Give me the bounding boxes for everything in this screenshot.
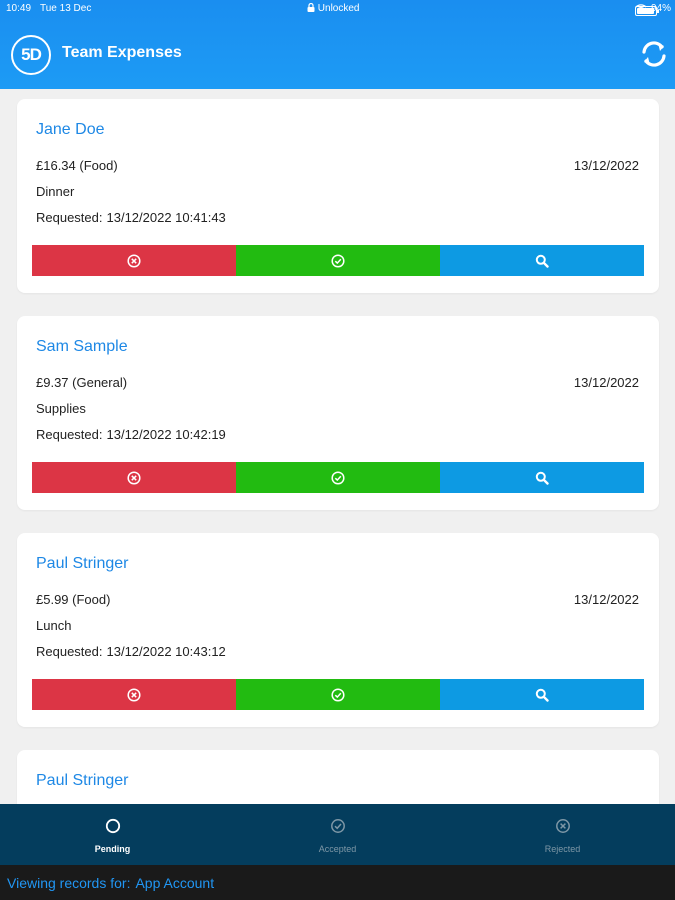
search-icon — [535, 471, 549, 485]
status-time: 10:49 — [6, 3, 32, 14]
status-bar: 10:49 Tue 13 Dec Unlocked 94% — [0, 0, 675, 18]
check-circle-icon — [330, 819, 345, 833]
view-details-button[interactable] — [440, 245, 644, 276]
expense-card: Sam Sample £9.37 (General) 13/12/2022 Su… — [17, 316, 659, 510]
requested-value: 13/12/2022 10:43:12 — [106, 644, 226, 659]
expense-card: Paul Stringer — [17, 750, 659, 804]
expense-card: Jane Doe £16.34 (Food) 13/12/2022 Dinner… — [17, 99, 659, 293]
expense-date: 13/12/2022 — [573, 375, 639, 390]
action-bar — [32, 245, 644, 276]
reject-circle-icon — [127, 470, 141, 485]
lock-status-label: Unlocked — [317, 3, 360, 14]
requested-label: Requested: — [36, 644, 103, 659]
reject-button[interactable] — [32, 679, 236, 710]
tab-label: Pending — [94, 844, 131, 854]
expense-amount: £16.34 (Food) — [36, 158, 118, 173]
search-icon — [535, 688, 549, 702]
app-header: 10:49 Tue 13 Dec Unlocked 94% 5D Team Ex… — [0, 0, 675, 89]
page-title: Team Expenses — [62, 44, 182, 61]
requested-timestamp: Requested: 13/12/2022 10:41:43 — [36, 210, 226, 225]
view-details-button[interactable] — [440, 679, 644, 710]
requested-label: Requested: — [36, 210, 103, 225]
action-bar — [32, 679, 644, 710]
account-name[interactable]: App Account — [135, 875, 214, 891]
accept-button[interactable] — [236, 462, 440, 493]
tab-pending[interactable]: Pending — [0, 804, 225, 865]
check-circle-icon — [331, 687, 345, 702]
app-logo: 5D — [11, 35, 51, 75]
status-date: Tue 13 Dec — [40, 3, 92, 14]
lock-icon — [307, 2, 315, 12]
status-right: 94% — [634, 3, 671, 16]
tab-label: Accepted — [318, 844, 357, 854]
refresh-icon — [642, 41, 666, 67]
accept-button[interactable] — [236, 245, 440, 276]
lock-status: Unlocked — [307, 2, 360, 14]
bottom-tab-bar: Pending Accepted Rejected — [0, 804, 675, 865]
expense-list[interactable]: Jane Doe £16.34 (Food) 13/12/2022 Dinner… — [0, 89, 675, 804]
x-circle-icon — [555, 819, 570, 833]
requested-value: 13/12/2022 10:41:43 — [106, 210, 226, 225]
employee-name[interactable]: Paul Stringer — [36, 772, 129, 790]
expense-date: 13/12/2022 — [573, 592, 639, 607]
check-circle-icon — [331, 470, 345, 485]
check-circle-icon — [331, 253, 345, 268]
reject-circle-icon — [127, 687, 141, 702]
accept-button[interactable] — [236, 679, 440, 710]
employee-name[interactable]: Jane Doe — [36, 121, 105, 139]
tab-accepted[interactable]: Accepted — [225, 804, 450, 865]
requested-timestamp: Requested: 13/12/2022 10:42:19 — [36, 427, 226, 442]
expense-amount: £5.99 (Food) — [36, 592, 111, 607]
view-details-button[interactable] — [440, 462, 644, 493]
viewing-records-label: Viewing records for: — [7, 874, 131, 891]
employee-name[interactable]: Paul Stringer — [36, 555, 129, 573]
expense-amount: £9.37 (General) — [36, 375, 128, 390]
employee-name[interactable]: Sam Sample — [36, 338, 128, 356]
requested-label: Requested: — [36, 427, 103, 442]
refresh-button[interactable] — [638, 38, 670, 70]
expense-date: 13/12/2022 — [573, 158, 639, 173]
search-icon — [535, 254, 549, 268]
tab-rejected[interactable]: Rejected — [450, 804, 675, 865]
requested-timestamp: Requested: 13/12/2022 10:43:12 — [36, 644, 226, 659]
expense-description: Lunch — [36, 618, 72, 633]
battery-icon — [634, 6, 659, 16]
expense-description: Dinner — [36, 184, 75, 199]
expense-card: Paul Stringer £5.99 (Food) 13/12/2022 Lu… — [17, 533, 659, 727]
reject-circle-icon — [127, 253, 141, 268]
reject-button[interactable] — [32, 245, 236, 276]
account-footer: Viewing records for: App Account — [0, 865, 675, 900]
reject-button[interactable] — [32, 462, 236, 493]
tab-label: Rejected — [544, 844, 581, 854]
circle-icon — [105, 818, 120, 834]
expense-description: Supplies — [36, 401, 86, 416]
requested-value: 13/12/2022 10:42:19 — [106, 427, 226, 442]
action-bar — [32, 462, 644, 493]
